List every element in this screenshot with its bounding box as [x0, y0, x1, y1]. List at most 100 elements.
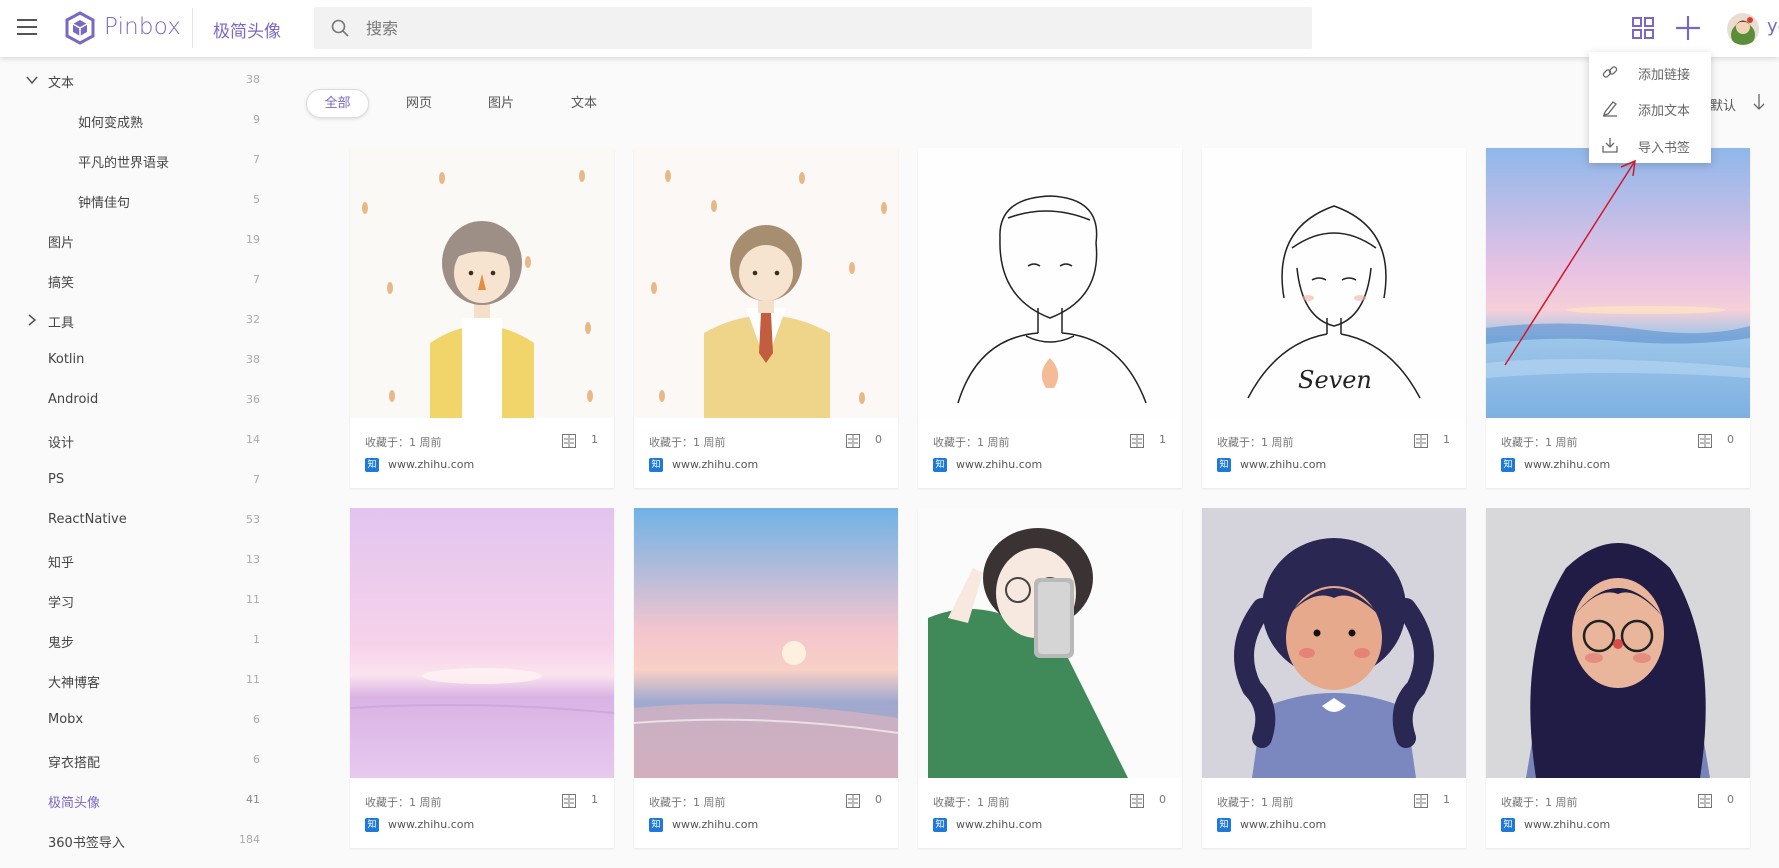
read-count: 0 — [1159, 793, 1166, 806]
user-avatar[interactable] — [1727, 13, 1759, 45]
source-domain[interactable]: www.zhihu.com — [1524, 818, 1610, 831]
bookmark-card[interactable]: 收藏于：1 周前 0 知 www.zhihu.com — [634, 148, 898, 488]
filter-tab-image[interactable]: 图片 — [476, 89, 526, 118]
card-thumbnail[interactable] — [1486, 508, 1750, 778]
add-text-menu-item[interactable]: 添加文本 — [1589, 89, 1711, 125]
reader-icon[interactable] — [1130, 794, 1144, 808]
sidebar-item-ps[interactable]: PS 7 — [0, 463, 270, 497]
reader-icon[interactable] — [1130, 434, 1144, 448]
sidebar-item-tools[interactable]: 工具 32 — [0, 303, 270, 337]
zhihu-icon: 知 — [933, 818, 947, 832]
sidebar-item-images[interactable]: 图片 19 — [0, 223, 270, 257]
card-thumbnail[interactable] — [634, 508, 898, 778]
sidebar-item-label: ReactNative — [48, 512, 127, 527]
add-link-menu-item[interactable]: 添加链接 — [1589, 53, 1711, 89]
card-thumbnail[interactable] — [634, 148, 898, 418]
menu-icon[interactable] — [17, 17, 39, 39]
menu-item-label: 添加文本 — [1638, 104, 1691, 119]
sidebar-item-360-import[interactable]: 360书签导入 184 — [0, 823, 270, 857]
sidebar-item-label: 穿衣搭配 — [48, 756, 101, 771]
sidebar-item-mobx[interactable]: Mobx 6 — [0, 703, 270, 737]
sidebar-item-grow-up[interactable]: 如何变成熟 9 — [0, 103, 270, 137]
reader-icon[interactable] — [846, 434, 860, 448]
card-thumbnail[interactable] — [350, 508, 614, 778]
app-name[interactable]: Pinbox — [104, 14, 181, 40]
sidebar-item-ordinary-world[interactable]: 平凡的世界语录 7 — [0, 143, 270, 177]
reader-icon[interactable] — [562, 434, 576, 448]
bookmark-card[interactable]: 收藏于：1 周前 0 知 www.zhihu.com — [1486, 508, 1750, 848]
sidebar-item-blogs[interactable]: 大神博客 11 — [0, 663, 270, 697]
sidebar-item-label: 大神博客 — [48, 676, 101, 691]
card-thumbnail[interactable] — [1202, 508, 1466, 778]
source-domain[interactable]: www.zhihu.com — [388, 458, 474, 471]
source-domain[interactable]: www.zhihu.com — [956, 458, 1042, 471]
sidebar-item-design[interactable]: 设计 14 — [0, 423, 270, 457]
sidebar-item-minimal-avatars[interactable]: 极简头像 41 — [0, 783, 270, 817]
card-thumbnail[interactable] — [918, 148, 1182, 418]
sidebar-item-text[interactable]: 文本 38 — [0, 63, 270, 97]
sidebar-item-count: 14 — [246, 433, 260, 446]
source-domain[interactable]: www.zhihu.com — [1524, 458, 1610, 471]
reader-icon[interactable] — [846, 794, 860, 808]
sidebar-item-label: Kotlin — [48, 352, 85, 367]
bookmark-card[interactable]: Seven 收藏于：1 周前 1 知 www.zhihu.com — [1202, 148, 1466, 488]
saved-time: 收藏于：1 周前 — [933, 436, 1010, 449]
sidebar-item-count: 11 — [246, 593, 260, 606]
sidebar-item-study[interactable]: 学习 11 — [0, 583, 270, 617]
bookmark-card[interactable]: 收藏于：1 周前 0 知 www.zhihu.com — [634, 508, 898, 848]
source-domain[interactable]: www.zhihu.com — [388, 818, 474, 831]
reader-icon[interactable] — [1698, 434, 1712, 448]
bookmark-card[interactable]: 收藏于：1 周前 1 知 www.zhihu.com — [350, 148, 614, 488]
chevron-right-icon[interactable] — [26, 314, 38, 326]
source-domain[interactable]: www.zhihu.com — [1240, 818, 1326, 831]
source-domain[interactable]: www.zhihu.com — [672, 458, 758, 471]
sidebar-item-count: 38 — [246, 353, 260, 366]
sidebar-item-outfits[interactable]: 穿衣搭配 6 — [0, 743, 270, 777]
filter-tab-text[interactable]: 文本 — [559, 89, 609, 118]
bookmark-card[interactable]: 收藏于：1 周前 1 知 www.zhihu.com — [918, 148, 1182, 488]
sidebar-item-count: 13 — [246, 553, 260, 566]
bookmark-card[interactable]: 收藏于：1 周前 0 知 www.zhihu.com — [918, 508, 1182, 848]
read-count: 1 — [1159, 433, 1166, 446]
sort-label[interactable]: 默认 — [1710, 95, 1736, 114]
sidebar-item-zhihu[interactable]: 知乎 13 — [0, 543, 270, 577]
sidebar-item-funny[interactable]: 搞笑 7 — [0, 263, 270, 297]
filter-tab-all[interactable]: 全部 — [306, 89, 369, 118]
sidebar-item-quotes[interactable]: 钟情佳句 5 — [0, 183, 270, 217]
reader-icon[interactable] — [1414, 434, 1428, 448]
add-icon[interactable] — [1674, 14, 1702, 42]
reader-icon[interactable] — [562, 794, 576, 808]
search-input[interactable] — [366, 14, 1266, 42]
card-thumbnail[interactable] — [918, 508, 1182, 778]
card-thumbnail[interactable] — [350, 148, 614, 418]
grid-view-icon[interactable] — [1631, 16, 1655, 40]
header-divider — [192, 8, 193, 48]
sidebar-item-label: Android — [48, 392, 99, 407]
source-domain[interactable]: www.zhihu.com — [1240, 458, 1326, 471]
bookmark-card[interactable]: 收藏于：1 周前 0 知 www.zhihu.com — [1486, 148, 1750, 488]
card-thumbnail[interactable]: Seven — [1202, 148, 1466, 418]
read-count: 0 — [1727, 433, 1734, 446]
sidebar-item-android[interactable]: Android 36 — [0, 383, 270, 417]
bookmark-card[interactable]: 收藏于：1 周前 1 知 www.zhihu.com — [350, 508, 614, 848]
import-bookmarks-menu-item[interactable]: 导入书签 — [1589, 126, 1711, 162]
chevron-down-icon[interactable] — [26, 74, 38, 86]
bookmark-card[interactable]: 收藏于：1 周前 1 知 www.zhihu.com — [1202, 508, 1466, 848]
reader-icon[interactable] — [1698, 794, 1712, 808]
sidebar-item-count: 184 — [239, 833, 260, 846]
pinbox-logo[interactable] — [65, 11, 95, 45]
sort-direction-icon[interactable] — [1752, 93, 1766, 111]
source-domain[interactable]: www.zhihu.com — [956, 818, 1042, 831]
username[interactable]: yc — [1767, 16, 1779, 37]
source-domain[interactable]: www.zhihu.com — [672, 818, 758, 831]
card-thumbnail[interactable] — [1486, 148, 1750, 418]
sidebar-item-shuffle[interactable]: 鬼步 1 — [0, 623, 270, 657]
filter-tab-web[interactable]: 网页 — [394, 89, 444, 118]
sidebar-item-label: 学习 — [48, 596, 75, 611]
sidebar-item-kotlin[interactable]: Kotlin 38 — [0, 343, 270, 377]
reader-icon[interactable] — [1414, 794, 1428, 808]
zhihu-icon: 知 — [1501, 818, 1515, 832]
sidebar-item-count: 41 — [246, 793, 260, 806]
sidebar-item-reactnative[interactable]: ReactNative 53 — [0, 503, 270, 537]
sidebar-item-count: 36 — [246, 393, 260, 406]
